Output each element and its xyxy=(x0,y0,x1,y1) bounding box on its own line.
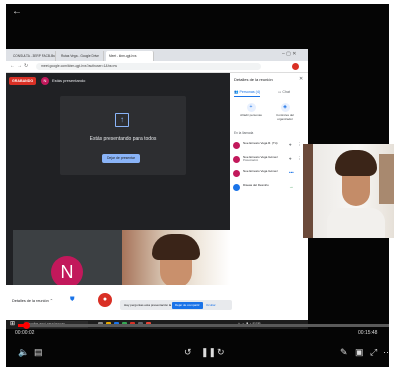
more-icon[interactable]: ⋮ xyxy=(297,156,302,162)
avatar xyxy=(233,156,240,163)
host-controls-button[interactable]: ◈ Controles del organizador xyxy=(270,103,300,121)
pin-icon[interactable]: ⌖ xyxy=(289,156,292,161)
more-options-icon[interactable]: ⋯ xyxy=(383,347,389,357)
participant-row[interactable]: Noe Ernesto Vega R. (Tú) ⌖ ⋮ xyxy=(233,141,305,151)
browser-tab[interactable]: Rutas Vega - Google Drive xyxy=(58,51,104,61)
participant-role: Presentación xyxy=(243,159,259,162)
tab-chat[interactable]: ▭ Chat xyxy=(278,88,290,96)
presenting-card: ↑ Estás presentando para todos Dejar de … xyxy=(60,96,186,175)
section-label: En la llamada xyxy=(234,131,254,135)
shield-icon: ◈ xyxy=(280,103,290,112)
browser-window: CONSULTA - 3ERP FACB-Brand.c Rutas Vega … xyxy=(6,49,308,323)
arrow-icon: → xyxy=(289,184,294,189)
address-bar-row: ← → ↻ meet.google.com/kbm-qgt-hvs?authus… xyxy=(6,61,308,73)
meet-control-bar: Detalles de la reunión ⌃ ⛊ ● Hay pergunt… xyxy=(6,285,308,323)
hide-button[interactable]: Ocultar xyxy=(206,300,216,310)
close-icon[interactable]: ✕ xyxy=(299,76,303,82)
participant-name: Diseas del Desnirio xyxy=(243,183,269,187)
back-icon[interactable]: ← xyxy=(10,63,15,69)
seek-knob[interactable] xyxy=(23,322,30,329)
pause-icon[interactable]: ❚❚ xyxy=(201,347,216,357)
current-time: 00:00:02 xyxy=(15,330,35,336)
forward-10-icon[interactable]: ↻ xyxy=(217,347,225,357)
subtitles-icon[interactable]: ▤ xyxy=(34,347,43,357)
avatar xyxy=(233,170,240,177)
participant-name: Noe Ernesto Vega R. (Tú) xyxy=(243,141,278,145)
arrow-back-icon[interactable]: ← xyxy=(12,6,22,17)
webcam-overlay xyxy=(303,144,394,238)
shield-icon: ⛊ xyxy=(70,297,75,303)
audio-level-icon: ••• xyxy=(289,170,294,175)
total-time: 00:15:48 xyxy=(358,330,378,336)
seek-bar[interactable] xyxy=(18,322,389,329)
presenting-title: Estás presentando xyxy=(52,78,86,83)
tab-people[interactable]: 👥 Personas (4) xyxy=(234,88,261,97)
screen-share-notice: Hay perguntas esta presentación la panta… xyxy=(120,300,232,310)
address-input[interactable]: meet.google.com/kbm-qgt-hvs?authuser=1&h… xyxy=(36,63,261,70)
meeting-details-button[interactable]: Detalles de la reunión ⌃ xyxy=(12,298,53,303)
participant-row[interactable]: Diseas del Desnirio → ⋮ xyxy=(233,183,306,193)
presenter-avatar: N xyxy=(41,77,49,85)
reload-icon[interactable]: ↻ xyxy=(24,63,28,69)
fullscreen-icon[interactable]: ⤢ xyxy=(370,347,377,357)
avatar xyxy=(233,142,240,149)
participant-name: Noe Ernesto Vega Gómez xyxy=(243,169,278,173)
more-icon[interactable]: ⋮ xyxy=(297,142,302,148)
edit-icon[interactable]: ✎ xyxy=(340,347,348,357)
windows-start-icon[interactable]: ⊞ xyxy=(10,320,15,327)
browser-tab[interactable]: CONSULTA - 3ERP FACB-Brand.c xyxy=(10,51,56,61)
present-screen-icon: ↑ xyxy=(115,113,129,127)
volume-icon[interactable]: 🔈 xyxy=(18,347,29,357)
panel-title: Detalles de la reunión xyxy=(234,77,273,82)
person-video xyxy=(327,150,385,238)
recording-badge: GRABANDO xyxy=(9,77,37,85)
browser-tab-active[interactable]: Meet - kbm-qgt-hvs xyxy=(106,51,154,61)
browser-tab-bar: CONSULTA - 3ERP FACB-Brand.c Rutas Vega … xyxy=(6,49,308,61)
window-controls-icon[interactable]: – ▢ ✕ xyxy=(282,51,296,57)
participant-row[interactable]: Noe Ernesto Vega Gómez ••• ⋮ xyxy=(233,169,306,179)
participant-avatar: N xyxy=(51,256,83,288)
profile-avatar[interactable] xyxy=(292,63,299,70)
picture-in-picture-icon[interactable]: ▣ xyxy=(355,347,364,357)
participant-row[interactable]: Noe Ernesto Vega Gómez Presentación ⌖ ⋮ xyxy=(233,155,305,165)
add-people-button[interactable]: + Añadir personas xyxy=(236,103,266,118)
presenting-card-text: Estás presentando para todos xyxy=(89,136,157,142)
pin-icon[interactable]: ⌖ xyxy=(289,142,292,147)
stop-presenting-button[interactable]: Dejar de presentar xyxy=(102,154,140,163)
replay-10-icon[interactable]: ↺ xyxy=(184,347,192,357)
stop-sharing-button[interactable]: Dejar de compartir xyxy=(172,301,203,309)
avatar xyxy=(233,184,240,191)
forward-icon[interactable]: → xyxy=(17,63,22,69)
microphone-button[interactable]: ● xyxy=(98,293,112,307)
add-person-icon: + xyxy=(246,103,256,112)
